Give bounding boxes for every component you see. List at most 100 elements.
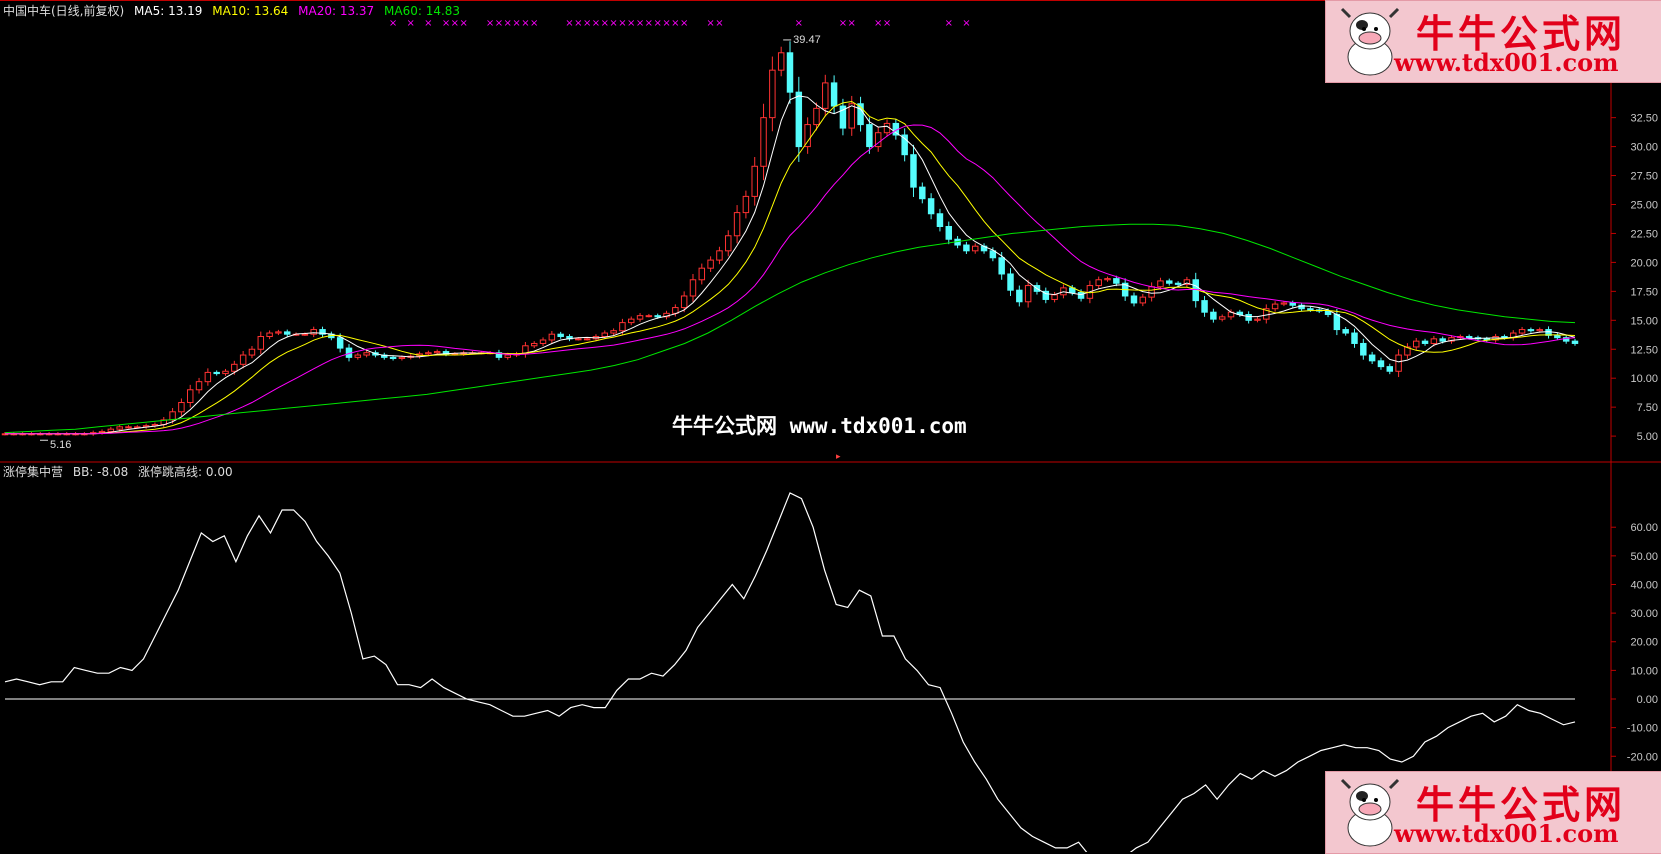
candle-body [363, 352, 370, 356]
candle-body [1333, 314, 1341, 331]
y-tick-label: 20.00 [1630, 637, 1658, 649]
candle-body [636, 315, 644, 320]
candle-body [530, 342, 538, 347]
limit-line-value: 涨停跳高线: 0.00 [138, 465, 233, 479]
limit-up-marker: × [459, 18, 467, 29]
y-tick-label: 40.00 [1630, 579, 1658, 591]
candle-body [257, 336, 265, 350]
candle-body [1157, 280, 1164, 288]
candle-body [389, 356, 397, 360]
candle-body [725, 235, 732, 252]
candle-body [963, 244, 970, 252]
candle-body [822, 82, 829, 109]
candle-body [248, 348, 256, 356]
candle-body [645, 315, 653, 318]
candle-body [707, 259, 714, 269]
candle-body [742, 195, 750, 214]
candle-body [777, 52, 785, 71]
candle-body [751, 165, 758, 197]
logo-top: 牛牛公式网 www.tdx001.com [1325, 0, 1661, 83]
y-tick-label: 12.50 [1630, 344, 1658, 356]
limit-up-marker: × [609, 18, 617, 29]
limit-up-marker: × [706, 18, 714, 29]
limit-up-marker: × [512, 18, 520, 29]
limit-up-marker: × [636, 18, 644, 29]
candle-body [760, 117, 767, 167]
candle-body [628, 318, 635, 324]
limit-up-marker: × [618, 18, 626, 29]
candle-body [1016, 289, 1023, 303]
candle-body [1201, 300, 1208, 313]
candle-body [1254, 318, 1261, 321]
y-tick-label: 30.00 [1630, 142, 1658, 154]
candle-body [945, 225, 952, 240]
y-tick-label: 20.00 [1630, 257, 1658, 269]
candle-body [1554, 334, 1561, 339]
candle-body [1395, 354, 1402, 372]
candle-body [107, 428, 115, 432]
candle-body [1342, 329, 1349, 334]
candle-body [786, 52, 794, 93]
limit-up-marker: × [962, 18, 970, 29]
candle-body [1527, 329, 1535, 332]
candle-body [186, 389, 194, 404]
y-tick-label: 10.00 [1630, 665, 1658, 677]
limit-up-marker: × [521, 18, 529, 29]
limit-up-marker: × [574, 18, 582, 29]
candle-body [813, 107, 820, 126]
limit-up-marker: × [407, 18, 415, 29]
candle-body [1245, 314, 1252, 321]
limit-up-marker: × [389, 18, 397, 29]
limit-up-marker: × [565, 18, 573, 29]
candle-body [1430, 338, 1438, 344]
limit-up-marker: × [601, 18, 609, 29]
candle-body [1095, 279, 1102, 287]
limit-up-marker: × [495, 18, 503, 29]
candle-body [1307, 308, 1314, 311]
bb-value: BB: -8.08 [72, 465, 129, 479]
limit-up-marker: × [654, 18, 662, 29]
y-tick-label: 50.00 [1630, 551, 1658, 563]
limit-up-marker: × [839, 18, 847, 29]
candle-body [1007, 273, 1014, 291]
y-tick-label: 17.50 [1630, 286, 1658, 298]
ma5-line [5, 95, 1576, 435]
candle-body [795, 91, 803, 148]
candle-body [866, 124, 873, 148]
high-price-label: 39.47 [793, 34, 821, 46]
low-price-label: 5.16 [50, 439, 71, 451]
candle-body [1104, 278, 1111, 281]
y-tick-label: -10.00 [1627, 723, 1658, 735]
candle-body [310, 329, 317, 335]
candle-body [1218, 316, 1226, 320]
candle-body [1166, 280, 1173, 284]
candle-body [178, 402, 185, 413]
limit-up-marker: × [504, 18, 512, 29]
candle-body [548, 333, 556, 341]
candle-body [125, 426, 132, 429]
candle-body [1439, 338, 1446, 342]
limit-up-marker: × [451, 18, 459, 29]
limit-up-marker: × [424, 18, 432, 29]
candle-body [557, 333, 564, 338]
candle-body [1465, 336, 1473, 339]
logo-url: www.tdx001.com [1394, 48, 1619, 77]
candle-body [204, 371, 212, 383]
limit-up-marker: × [883, 18, 891, 29]
candle-body [1421, 340, 1429, 344]
watermark: 牛牛公式网 www.tdx001.com [672, 414, 967, 438]
y-tick-label: 60.00 [1630, 522, 1658, 534]
limit-up-marker: × [680, 18, 688, 29]
candle-body [425, 352, 432, 355]
candle-body [266, 332, 273, 338]
candle-body [1368, 354, 1376, 362]
candle-body [1077, 292, 1085, 299]
stock-name: 中国中车(日线,前复权) [3, 4, 125, 18]
candle-body [239, 354, 247, 365]
candle-body [195, 381, 203, 391]
ma20-value: MA20: 13.37 [298, 4, 375, 18]
candle-body [936, 213, 944, 227]
candle-body [733, 212, 741, 237]
candle-body [504, 354, 511, 358]
limit-up-marker: × [662, 18, 670, 29]
